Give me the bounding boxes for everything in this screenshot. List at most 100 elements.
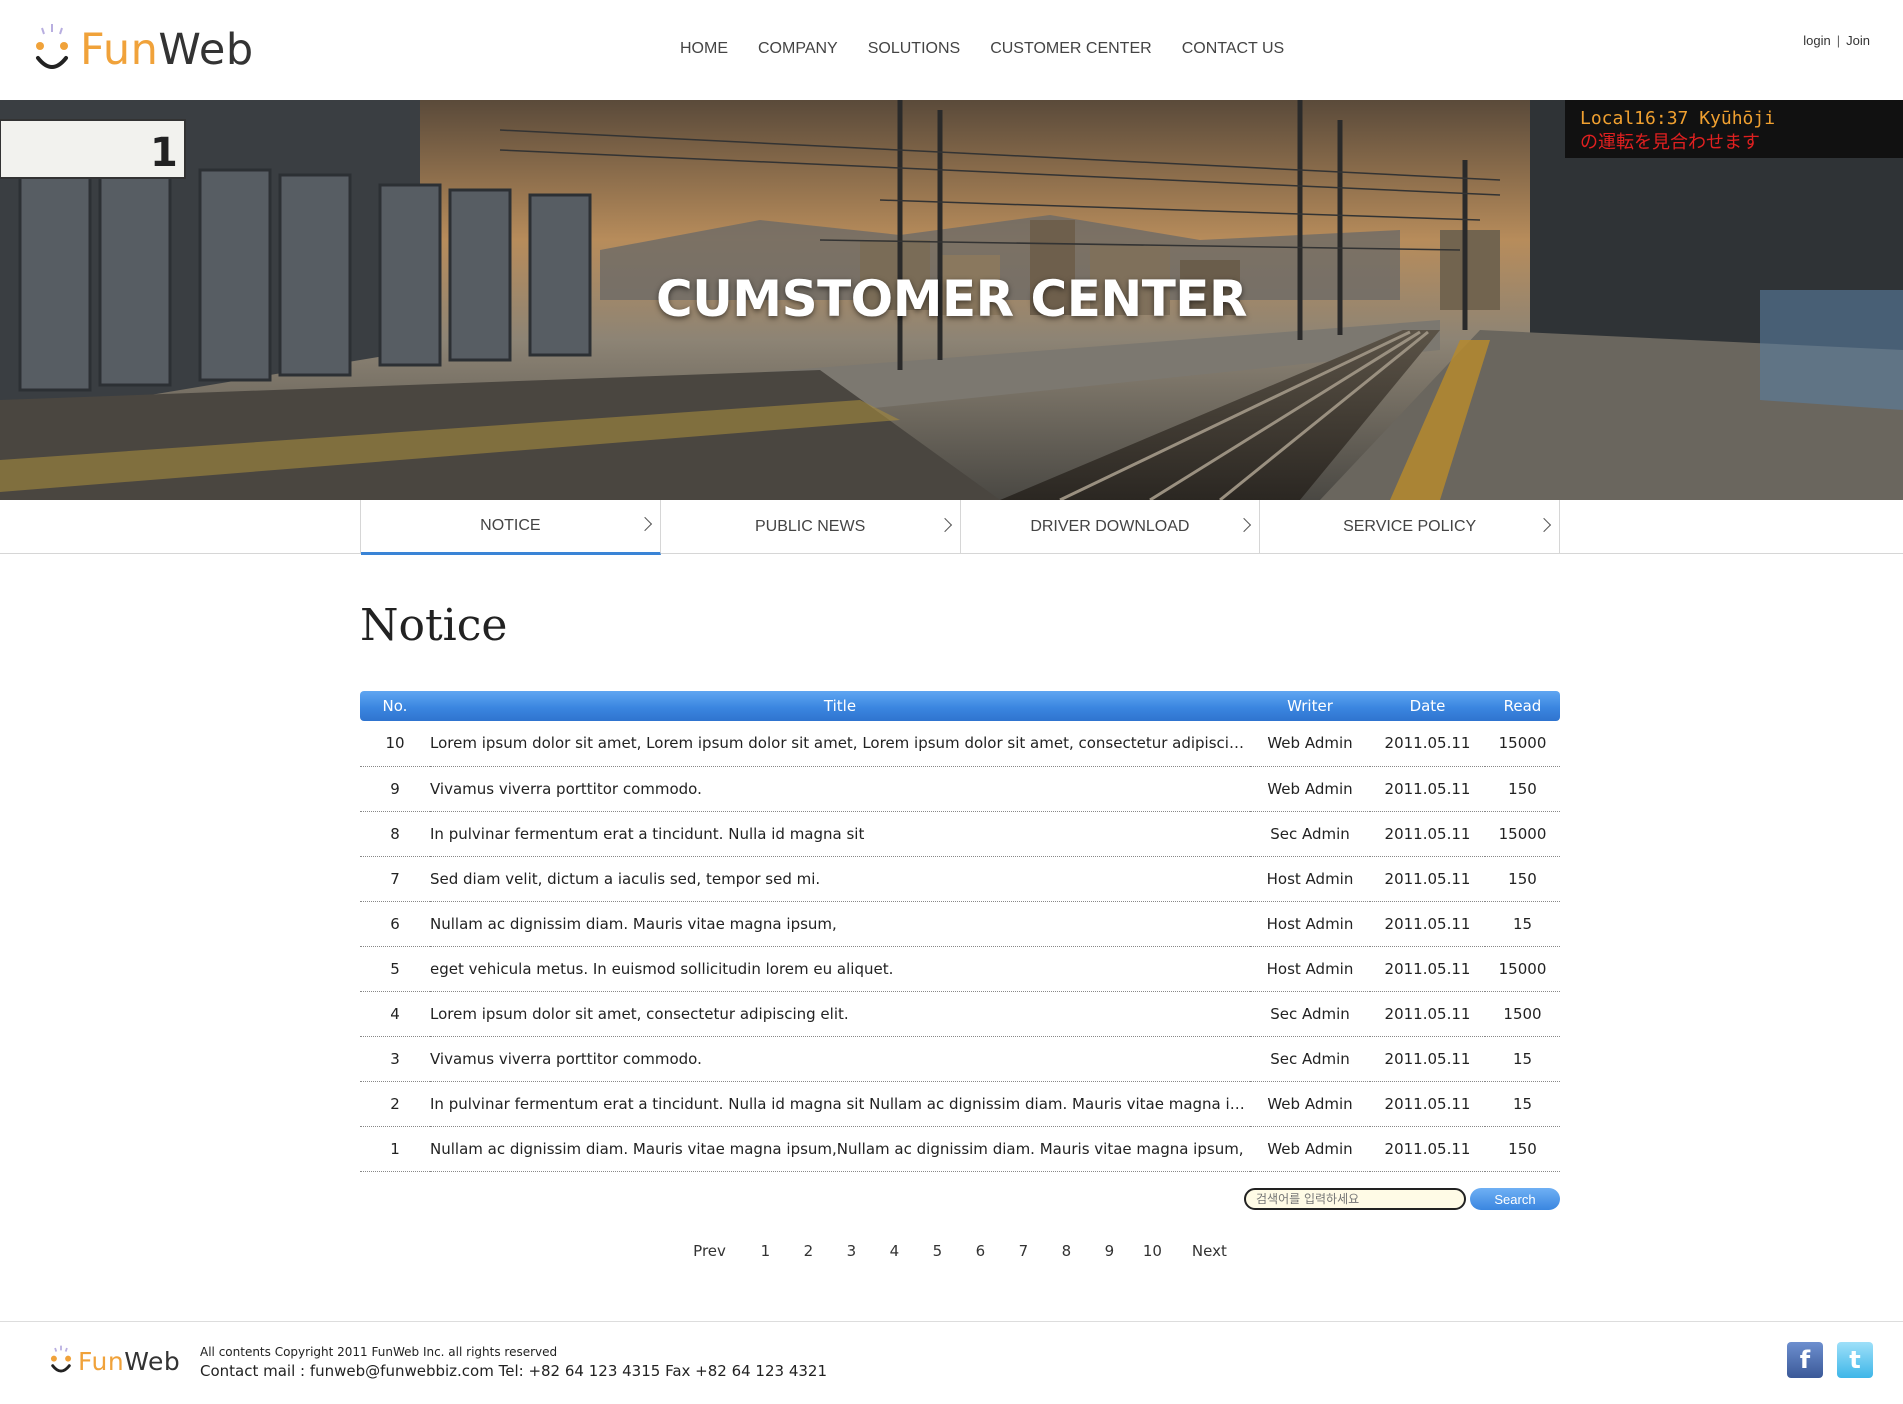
cell-title[interactable]: Vivamus viverra porttitor commodo. bbox=[430, 766, 1250, 812]
cell-title[interactable]: Vivamus viverra porttitor commodo. bbox=[430, 1036, 1250, 1082]
cell-read: 15 bbox=[1485, 1081, 1560, 1127]
logo-web-text: Web bbox=[158, 24, 254, 75]
table-row[interactable]: 7 Sed diam velit, dictum a iaculis sed, t… bbox=[360, 856, 1560, 902]
table-row[interactable]: 5 eget vehicula metus. In euismod sollici… bbox=[360, 946, 1560, 992]
cell-title[interactable]: In pulvinar fermentum erat a tincidunt. … bbox=[430, 811, 1250, 857]
cell-title[interactable]: Nullam ac dignissim diam. Mauris vitae m… bbox=[430, 901, 1250, 947]
logo-fun-text: Fun bbox=[80, 24, 159, 75]
chevron-right-icon bbox=[1536, 517, 1552, 533]
page-link-10[interactable]: 10 bbox=[1131, 1242, 1174, 1260]
hero-banner: 1 Local16:37 Kyūhōji の運転を見合わせます CUMSTOME… bbox=[0, 100, 1903, 500]
cell-read: 15000 bbox=[1485, 721, 1560, 767]
auth-links: login | Join bbox=[1803, 33, 1870, 48]
nav-customer-center[interactable]: CUSTOMER CENTER bbox=[990, 40, 1152, 58]
search-button[interactable]: Search bbox=[1470, 1188, 1560, 1210]
page-title: Notice bbox=[360, 600, 508, 651]
join-link[interactable]: Join bbox=[1846, 33, 1870, 48]
col-date-header: Date bbox=[1370, 691, 1485, 721]
cell-writer: Host Admin bbox=[1250, 946, 1370, 992]
cell-no: 7 bbox=[360, 856, 430, 902]
cell-no: 6 bbox=[360, 901, 430, 947]
facebook-icon[interactable]: f bbox=[1787, 1342, 1823, 1378]
footer-logo-fun-text: Fun bbox=[78, 1346, 125, 1376]
col-title-header: Title bbox=[430, 691, 1250, 721]
subtabs-bar: NOTICE PUBLIC NEWS DRIVER DOWNLOAD SERVI… bbox=[0, 500, 1903, 555]
col-read-header: Read bbox=[1485, 691, 1560, 721]
cell-title[interactable]: Sed diam velit, dictum a iaculis sed, te… bbox=[430, 856, 1250, 902]
page-link-1[interactable]: 1 bbox=[744, 1242, 787, 1260]
twitter-icon[interactable]: t bbox=[1837, 1342, 1873, 1378]
cell-title[interactable]: Lorem ipsum dolor sit amet, Lorem ipsum … bbox=[430, 721, 1250, 767]
cell-writer: Host Admin bbox=[1250, 901, 1370, 947]
cell-read: 15000 bbox=[1485, 811, 1560, 857]
cell-date: 2011.05.11 bbox=[1370, 1126, 1485, 1172]
main-nav: HOME COMPANY SOLUTIONS CUSTOMER CENTER C… bbox=[680, 40, 1314, 58]
cell-no: 1 bbox=[360, 1126, 430, 1172]
smiley-logo-icon bbox=[30, 22, 74, 78]
table-row[interactable]: 6 Nullam ac dignissim diam. Mauris vitae … bbox=[360, 901, 1560, 947]
cell-writer: Host Admin bbox=[1250, 856, 1370, 902]
tab-service-policy[interactable]: SERVICE POLICY bbox=[1260, 500, 1560, 554]
footer-logo-web-text: Web bbox=[124, 1346, 181, 1376]
cell-date: 2011.05.11 bbox=[1370, 721, 1485, 767]
chevron-right-icon bbox=[637, 516, 652, 532]
cell-read: 150 bbox=[1485, 856, 1560, 902]
nav-company[interactable]: COMPANY bbox=[758, 40, 838, 58]
page-link-8[interactable]: 8 bbox=[1045, 1242, 1088, 1260]
nav-home[interactable]: HOME bbox=[680, 40, 728, 58]
cell-no: 5 bbox=[360, 946, 430, 992]
table-row[interactable]: 10 Lorem ipsum dolor sit amet, Lorem ipsu… bbox=[360, 721, 1560, 767]
page-link-7[interactable]: 7 bbox=[1002, 1242, 1045, 1260]
tab-driver-download[interactable]: DRIVER DOWNLOAD bbox=[961, 500, 1261, 554]
table-row[interactable]: 4 Lorem ipsum dolor sit amet, consectetur… bbox=[360, 991, 1560, 1037]
table-row[interactable]: 2 In pulvinar fermentum erat a tincidunt.… bbox=[360, 1081, 1560, 1127]
nav-contact-us[interactable]: CONTACT US bbox=[1182, 40, 1285, 58]
chevron-right-icon bbox=[1237, 517, 1252, 533]
cell-title[interactable]: Nullam ac dignissim diam. Mauris vitae m… bbox=[430, 1126, 1250, 1172]
page-link-3[interactable]: 3 bbox=[830, 1242, 873, 1260]
page-link-6[interactable]: 6 bbox=[959, 1242, 1002, 1260]
cell-title[interactable]: eget vehicula metus. In euismod sollicit… bbox=[430, 946, 1250, 992]
cell-no: 10 bbox=[360, 721, 430, 767]
footer-logo[interactable]: FunWeb bbox=[48, 1344, 180, 1378]
table-row[interactable]: 8 In pulvinar fermentum erat a tincidunt.… bbox=[360, 811, 1560, 857]
copyright-text: All contents Copyright 2011 FunWeb Inc. … bbox=[200, 1345, 558, 1359]
cell-date: 2011.05.11 bbox=[1370, 991, 1485, 1037]
cell-no: 4 bbox=[360, 991, 430, 1037]
social-links: f t bbox=[1787, 1342, 1873, 1378]
pagination-prev[interactable]: Prev bbox=[693, 1242, 726, 1260]
page-link-4[interactable]: 4 bbox=[873, 1242, 916, 1260]
tab-label: PUBLIC NEWS bbox=[755, 518, 866, 535]
cell-writer: Web Admin bbox=[1250, 1081, 1370, 1127]
table-row[interactable]: 3 Vivamus viverra porttitor commodo. Sec A… bbox=[360, 1036, 1560, 1082]
search-input[interactable] bbox=[1244, 1188, 1466, 1210]
contact-text: Contact mail : funweb@funwebbiz.com Tel:… bbox=[200, 1362, 828, 1380]
site-logo[interactable]: FunWeb bbox=[30, 20, 254, 80]
cell-writer: Sec Admin bbox=[1250, 1036, 1370, 1082]
login-link[interactable]: login bbox=[1803, 33, 1830, 48]
site-footer: FunWeb All contents Copyright 2011 FunWe… bbox=[0, 1321, 1903, 1404]
main-content: Notice No. Title Writer Date Read 10 Lore… bbox=[360, 554, 1560, 1260]
pagination: Prev 1 2 3 4 5 6 7 8 9 10 Next bbox=[360, 1242, 1560, 1260]
tab-notice[interactable]: NOTICE bbox=[361, 500, 661, 555]
cell-date: 2011.05.11 bbox=[1370, 811, 1485, 857]
cell-no: 9 bbox=[360, 766, 430, 812]
led-sign-line2: の運転を見合わせます bbox=[1580, 132, 1760, 153]
table-row[interactable]: 1 Nullam ac dignissim diam. Mauris vitae … bbox=[360, 1126, 1560, 1172]
smiley-logo-icon bbox=[48, 1344, 74, 1378]
col-writer-header: Writer bbox=[1250, 691, 1370, 721]
page-link-9[interactable]: 9 bbox=[1088, 1242, 1131, 1260]
table-header-row: No. Title Writer Date Read bbox=[360, 691, 1560, 721]
tab-public-news[interactable]: PUBLIC NEWS bbox=[661, 500, 961, 554]
cell-writer: Web Admin bbox=[1250, 766, 1370, 812]
cell-title[interactable]: In pulvinar fermentum erat a tincidunt. … bbox=[430, 1081, 1250, 1127]
chevron-right-icon bbox=[937, 517, 952, 533]
cell-title[interactable]: Lorem ipsum dolor sit amet, consectetur … bbox=[430, 991, 1250, 1037]
page-link-5[interactable]: 5 bbox=[916, 1242, 959, 1260]
pagination-next[interactable]: Next bbox=[1192, 1242, 1227, 1260]
page-link-2[interactable]: 2 bbox=[787, 1242, 830, 1260]
nav-solutions[interactable]: SOLUTIONS bbox=[868, 40, 960, 58]
cell-read: 15 bbox=[1485, 1036, 1560, 1082]
table-row[interactable]: 9 Vivamus viverra porttitor commodo. Web A… bbox=[360, 766, 1560, 812]
cell-date: 2011.05.11 bbox=[1370, 1036, 1485, 1082]
